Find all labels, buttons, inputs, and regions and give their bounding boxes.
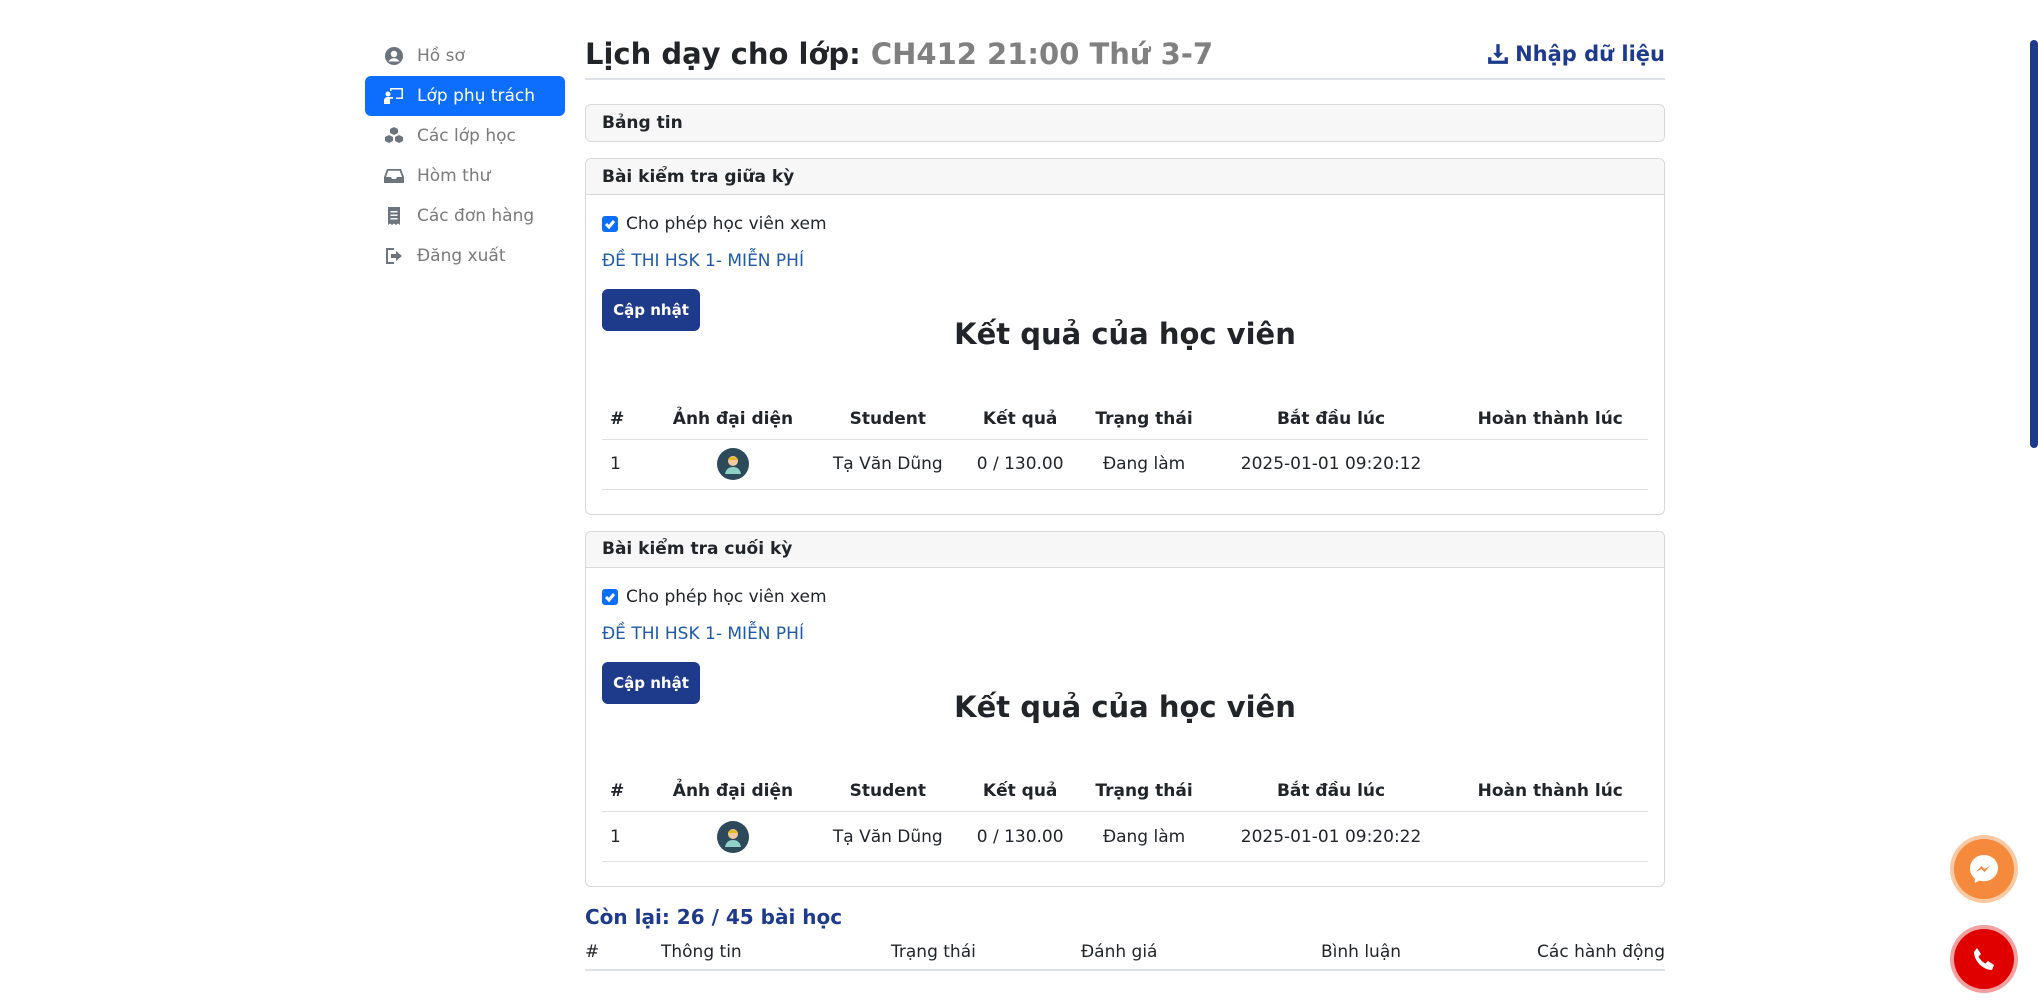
allow-view-checkbox[interactable] — [602, 588, 618, 605]
sidebar-item-label: Hồ sơ — [417, 46, 465, 66]
col-result: Kết quả — [961, 771, 1079, 812]
row-score: 0 / 130.00 — [961, 439, 1079, 490]
sidebar-item-label: Các đơn hàng — [417, 206, 535, 226]
col-avatar: Ảnh đại diện — [652, 399, 814, 440]
import-data-label: Nhập dữ liệu — [1515, 42, 1665, 66]
import-data-button[interactable]: Nhập dữ liệu — [1487, 42, 1665, 66]
sidebar-item-label: Đăng xuất — [417, 246, 506, 266]
sidebar-item-assigned-classes[interactable]: Lớp phụ trách — [365, 76, 565, 116]
allow-view-label: Cho phép học viên xem — [626, 586, 827, 607]
final-card: Bài kiểm tra cuối kỳ Cho phép học viên x… — [585, 530, 1665, 887]
sidebar-item-orders[interactable]: Các đơn hàng — [365, 196, 565, 236]
row-started: 2025-01-01 09:20:12 — [1209, 439, 1453, 490]
col-started: Bắt đầu lúc — [1209, 399, 1453, 440]
sidebar-item-label: Các lớp học — [417, 126, 516, 146]
news-card-header[interactable]: Bảng tin — [586, 105, 1664, 141]
results-title: Kết quả của học viên — [954, 317, 1296, 351]
col-student: Student — [813, 399, 962, 440]
class-name: CH412 21:00 Thứ 3-7 — [870, 37, 1214, 71]
row-finished — [1452, 439, 1648, 490]
lessons-col-status: Trạng thái — [891, 942, 976, 962]
col-status: Trạng thái — [1078, 399, 1210, 440]
lessons-col-info: Thông tin — [661, 942, 742, 962]
receipt-icon — [383, 205, 405, 227]
allow-view-checkbox-row[interactable]: Cho phép học viên xem — [602, 211, 1648, 237]
row-score: 0 / 130.00 — [961, 811, 1079, 862]
row-status: Đang làm — [1078, 811, 1210, 862]
row-avatar-cell — [652, 439, 814, 490]
results-table: # Ảnh đại diện Student Kết quả Trạng thá… — [602, 399, 1648, 490]
midterm-card-body: Cho phép học viên xem ĐỀ THI HSK 1- MIỄN… — [586, 195, 1664, 514]
sidebar-item-inbox[interactable]: Hòm thư — [365, 156, 565, 196]
lessons-col-rating: Đánh giá — [1081, 942, 1158, 962]
sidebar-item-classes[interactable]: Các lớp học — [365, 116, 565, 156]
row-status: Đang làm — [1078, 439, 1210, 490]
lessons-remaining: Còn lại: 26 / 45 bài học — [585, 905, 843, 929]
avatar — [716, 448, 749, 480]
col-status: Trạng thái — [1078, 771, 1210, 812]
main-content: Lịch dạy cho lớp: CH412 21:00 Thứ 3-7 Nh… — [585, 30, 1665, 971]
row-student: Tạ Văn Dũng — [813, 439, 962, 490]
results-title: Kết quả của học viên — [954, 689, 1296, 724]
row-started: 2025-01-01 09:20:22 — [1209, 811, 1453, 862]
sidebar-item-label: Hòm thư — [417, 166, 491, 186]
table-header-row: # Ảnh đại diện Student Kết quả Trạng thá… — [602, 771, 1648, 812]
midterm-card: Bài kiểm tra giữa kỳ Cho phép học viên x… — [585, 158, 1665, 515]
row-finished — [1452, 811, 1648, 862]
student-avatar-icon — [724, 456, 741, 474]
final-card-body: Cho phép học viên xem ĐỀ THI HSK 1- MIỄN… — [586, 568, 1664, 887]
update-button[interactable]: Cập nhật — [602, 661, 700, 704]
lessons-col-comment: Bình luận — [1321, 942, 1402, 962]
col-result: Kết quả — [961, 399, 1079, 440]
col-index: # — [602, 399, 652, 440]
row-student: Tạ Văn Dũng — [813, 811, 962, 862]
lessons-table-header: # Thông tin Trạng thái Đánh giá Bình luậ… — [585, 935, 1665, 971]
midterm-card-header: Bài kiểm tra giữa kỳ — [586, 159, 1664, 195]
col-finished: Hoàn thành lúc — [1452, 399, 1648, 440]
update-button[interactable]: Cập nhật — [602, 289, 700, 331]
student-avatar-icon — [724, 828, 741, 847]
col-started: Bắt đầu lúc — [1209, 771, 1453, 812]
exam-link[interactable]: ĐỀ THI HSK 1- MIỄN PHÍ — [602, 251, 1648, 275]
row-avatar-cell — [652, 811, 814, 862]
download-icon — [1488, 44, 1508, 64]
final-card-header: Bài kiểm tra cuối kỳ — [586, 531, 1664, 568]
col-finished: Hoàn thành lúc — [1452, 771, 1648, 812]
exam-link[interactable]: ĐỀ THI HSK 1- MIỄN PHÍ — [602, 624, 1648, 648]
lessons-col-index: # — [585, 942, 600, 962]
results-table: # Ảnh đại diện Student Kết quả Trạng thá… — [602, 771, 1648, 862]
page-header: Lịch dạy cho lớp: CH412 21:00 Thứ 3-7 Nh… — [585, 30, 1665, 80]
table-row: 1 Tạ Văn Dũng 0 / 130.00 Đang làm 2025-0… — [602, 811, 1648, 862]
row-index: 1 — [602, 439, 652, 490]
sidebar-item-logout[interactable]: Đăng xuất — [365, 236, 565, 276]
col-avatar: Ảnh đại diện — [652, 771, 814, 812]
phone-icon — [1974, 948, 1994, 970]
sidebar-item-label: Lớp phụ trách — [417, 86, 536, 106]
messenger-button[interactable] — [1954, 839, 2014, 899]
col-student: Student — [813, 771, 962, 812]
lessons-col-actions: Các hành động — [1537, 942, 1665, 962]
news-card: Bảng tin — [585, 104, 1665, 142]
user-circle-icon — [383, 45, 405, 67]
avatar — [716, 820, 749, 853]
scrollbar[interactable] — [2030, 40, 2038, 448]
col-index: # — [602, 771, 652, 812]
table-row: 1 Tạ Văn Dũng 0 / 130.00 Đang làm 2025-0… — [602, 439, 1648, 490]
call-button[interactable] — [1954, 929, 2014, 989]
sign-out-icon — [383, 245, 405, 267]
sidebar: Hồ sơ Lớp phụ trách Các lớp học Hòm thư … — [365, 36, 565, 276]
row-index: 1 — [602, 811, 652, 862]
allow-view-checkbox-row[interactable]: Cho phép học viên xem — [602, 584, 1648, 610]
cubes-icon — [383, 125, 405, 147]
table-header-row: # Ảnh đại diện Student Kết quả Trạng thá… — [602, 399, 1648, 440]
page-title: Lịch dạy cho lớp: CH412 21:00 Thứ 3-7 — [585, 37, 1213, 71]
allow-view-checkbox[interactable] — [602, 216, 618, 232]
messenger-icon — [1970, 855, 1998, 883]
page-title-prefix: Lịch dạy cho lớp: — [585, 37, 861, 71]
inbox-icon — [383, 165, 405, 187]
allow-view-label: Cho phép học viên xem — [626, 214, 827, 234]
chalkboard-teacher-icon — [383, 85, 405, 107]
sidebar-item-profile[interactable]: Hồ sơ — [365, 36, 565, 76]
